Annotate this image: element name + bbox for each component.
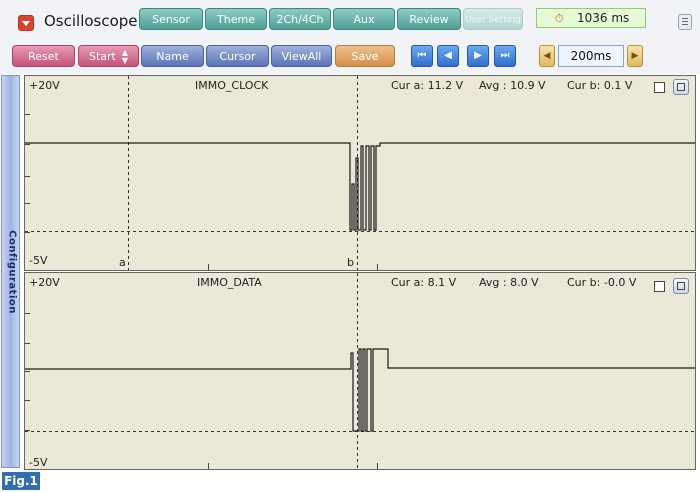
app-menu-icon[interactable] — [18, 15, 34, 31]
configuration-label: Configuration — [6, 230, 18, 314]
timer-icon: ⏱ — [555, 12, 564, 25]
channel-2-name: IMMO_DATA — [197, 276, 262, 289]
cursor-a-marker[interactable]: a — [119, 256, 126, 269]
channel-2-cursor-a-value: Cur a: 8.1 V — [391, 276, 457, 289]
up-down-icon: ▲ ▼ — [121, 48, 129, 65]
skip-back-icon[interactable]: ⏮ — [411, 45, 433, 67]
timebase-value[interactable]: 200ms — [558, 45, 624, 67]
channel-2-plot — [25, 273, 695, 469]
start-label: Start — [88, 50, 116, 63]
data-trace — [25, 348, 695, 432]
sensor-button[interactable]: Sensor — [139, 8, 203, 30]
reset-button[interactable]: Reset — [12, 45, 75, 67]
channel-1-bottom-scale: -5V — [29, 254, 48, 267]
channel-1-cursor-a-value: Cur a: 11.2 V — [391, 79, 464, 92]
channel-2-bottom-scale: -5V — [29, 456, 48, 469]
channel-1-top-scale: +20V — [29, 79, 60, 92]
viewall-button[interactable]: ViewAll — [271, 45, 332, 67]
menu-icon[interactable] — [678, 14, 692, 30]
aux-button[interactable]: Aux — [333, 8, 395, 30]
elapsed-time-value: 1036 ms — [577, 11, 630, 25]
channel-panel-immo-data[interactable]: +20V -5V IMMO_DATA Cur a: 8.1 V Avg : 8.… — [24, 272, 696, 470]
channel-1-name: IMMO_CLOCK — [195, 79, 269, 92]
channel-1-average-value: Avg : 10.9 V — [479, 79, 546, 92]
cursor-button[interactable]: Cursor — [206, 45, 269, 67]
channel-2-expand-icon[interactable] — [673, 278, 689, 294]
channel-panel-immo-clock[interactable]: +20V -5V IMMO_CLOCK Cur a: 11.2 V Avg : … — [24, 75, 696, 271]
step-back-icon[interactable]: ◀ — [437, 45, 459, 67]
channel-1-expand-icon[interactable] — [673, 79, 689, 95]
configuration-sidebar[interactable]: Configuration — [1, 75, 20, 468]
channel-2-cursor-b-value: Cur b: -0.0 V — [567, 276, 637, 289]
start-button[interactable]: Start ▲ ▼ — [78, 45, 139, 67]
step-forward-icon[interactable]: ▶ — [467, 45, 489, 67]
channel-mode-button[interactable]: 2Ch/4Ch — [269, 8, 331, 30]
cursor-b-marker[interactable]: b — [347, 256, 354, 269]
channel-2-top-scale: +20V — [29, 276, 60, 289]
channel-1-plot — [25, 76, 695, 270]
save-button[interactable]: Save — [335, 45, 395, 67]
elapsed-time-display: ⏱ 1036 ms — [536, 8, 646, 28]
channel-2-checkbox[interactable] — [654, 281, 665, 292]
timebase-decrease-icon[interactable]: ◀ — [539, 45, 555, 67]
name-button[interactable]: Name — [141, 45, 204, 67]
figure-label: Fig.1 — [2, 472, 40, 490]
app-title: Oscilloscope — [44, 12, 138, 30]
channel-1-checkbox[interactable] — [654, 82, 665, 93]
toolbar: Oscilloscope Sensor Theme 2Ch/4Ch Aux Re… — [0, 0, 700, 74]
skip-forward-icon[interactable]: ⏭ — [494, 45, 516, 67]
user-setting-button[interactable]: User Setting — [463, 8, 523, 30]
channel-2-average-value: Avg : 8.0 V — [479, 276, 539, 289]
clock-trace — [25, 142, 695, 231]
review-button[interactable]: Review — [397, 8, 461, 30]
channel-1-cursor-b-value: Cur b: 0.1 V — [567, 79, 633, 92]
theme-button[interactable]: Theme — [205, 8, 267, 30]
timebase-increase-icon[interactable]: ▶ — [627, 45, 643, 67]
